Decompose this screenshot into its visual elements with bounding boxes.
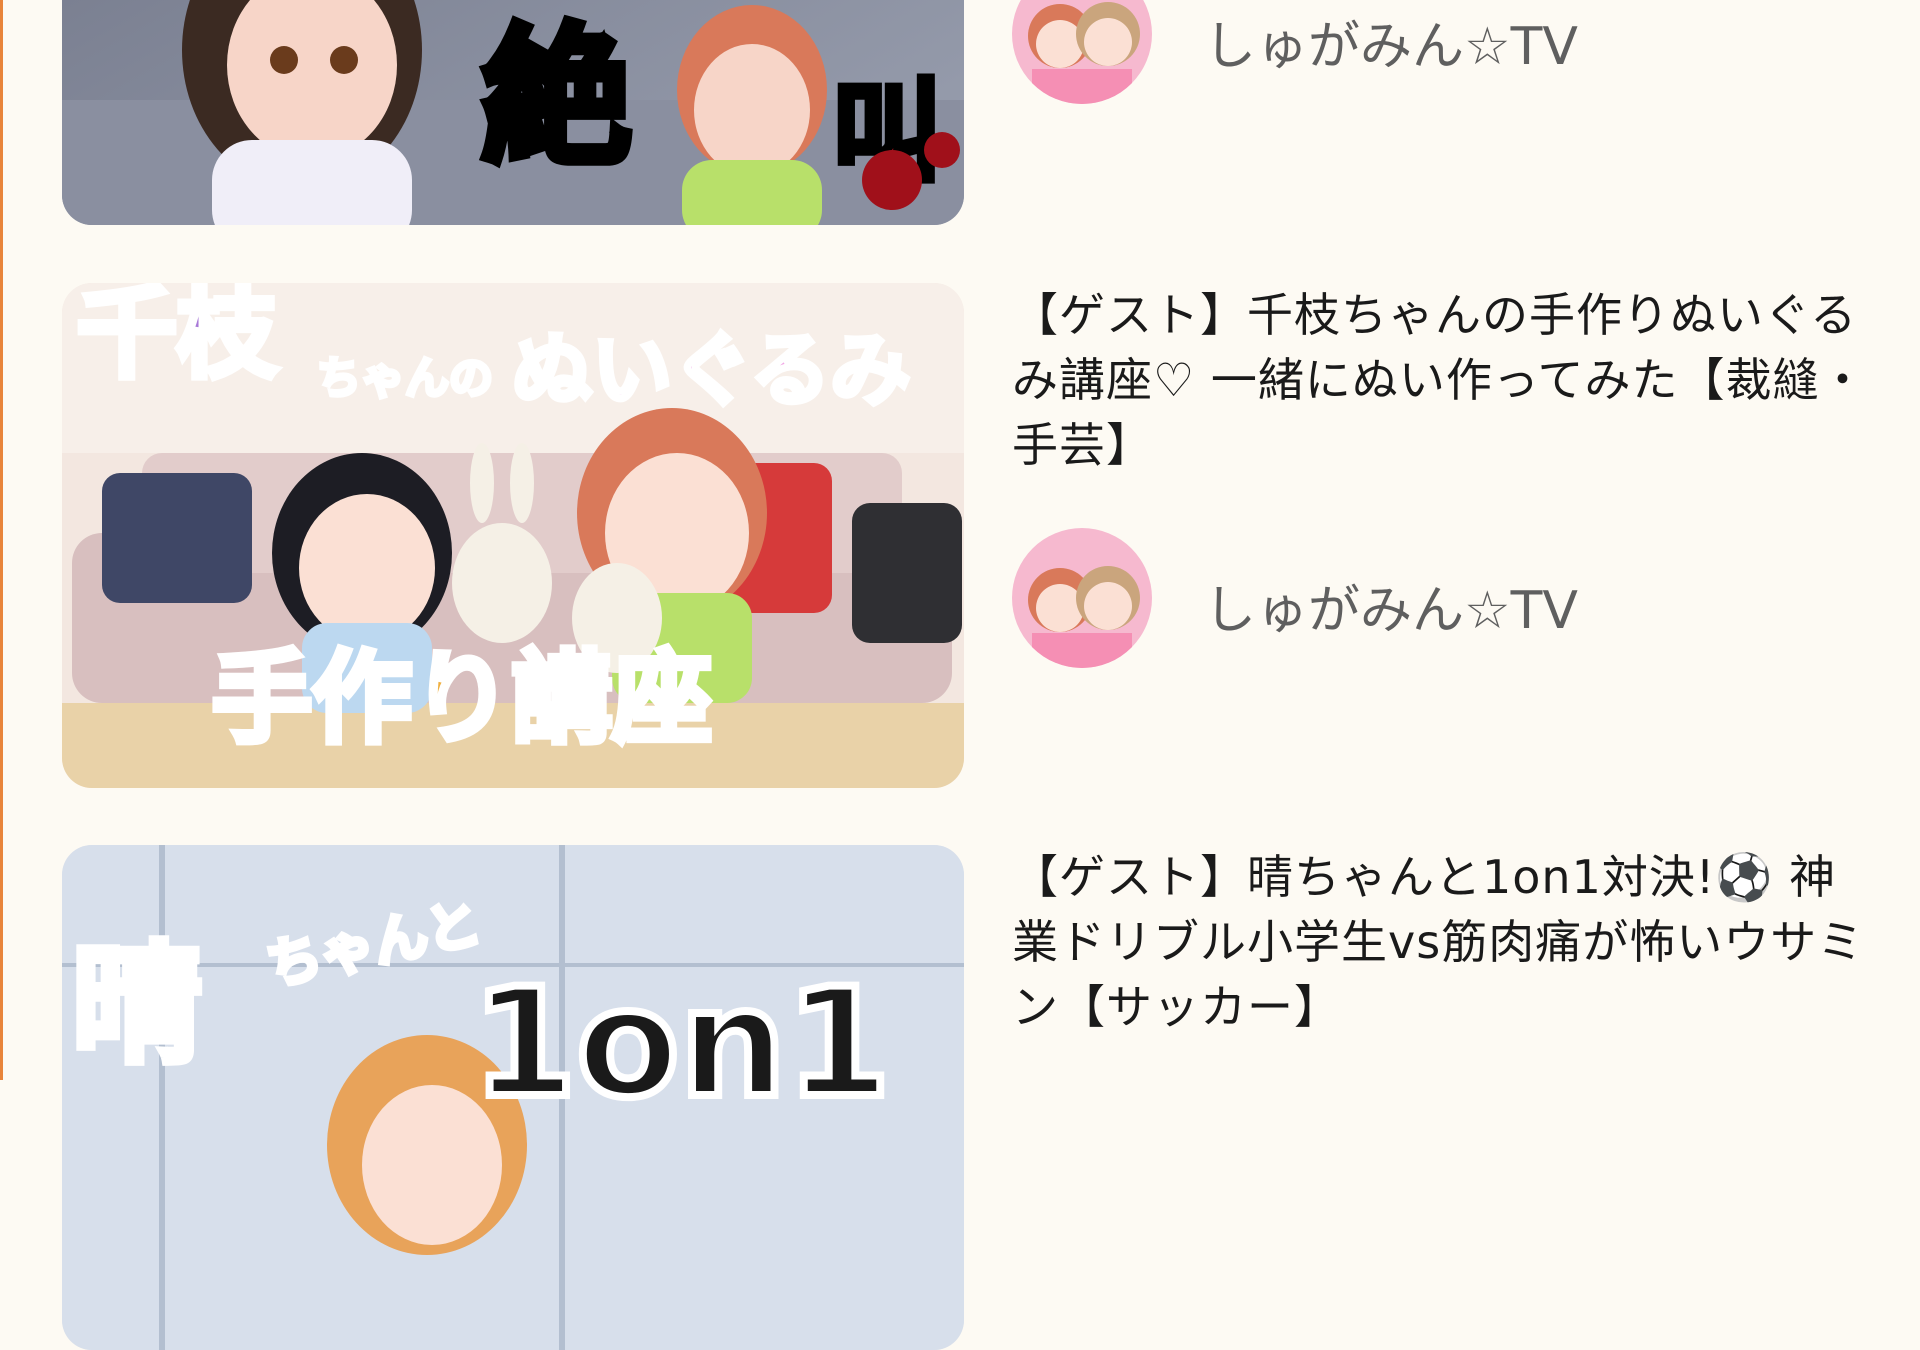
thumb3-text-c: 1on1 [472,957,891,1131]
video-title[interactable]: 【ゲスト】千枝ちゃんの手作りぬいぐるみ講座♡ 一緒にぬい作ってみた【裁縫・手芸】 [1012,283,1872,478]
channel-info-2[interactable]: しゅがみん☆TV [1012,528,1712,668]
channel-name[interactable]: しゅがみん☆TV [1204,4,1578,79]
channel-avatar-icon[interactable] [1012,0,1152,104]
video-title[interactable]: 【ゲスト】晴ちゃんと1on1対決!⚽ 神業ドリブル小学生vs筋肉痛が怖いウサミン… [1012,845,1872,1040]
thumbnail-2-art: 千枝 ちゃんの ぬいぐるみ 手作り講座 [62,283,964,788]
channel-avatar-icon[interactable] [1012,528,1152,668]
thumb2-text-b: ちゃんの [317,353,493,404]
thumb2-text-d: 手作り講座 [212,640,712,757]
video-thumbnail-3[interactable]: 晴 ちゃんと 1on1 [62,845,964,1350]
video-thumbnail-2[interactable]: 千枝 ちゃんの ぬいぐるみ 手作り講座 [62,283,964,788]
thumbnail-1-art: 絶 叫 [62,0,964,225]
video-thumbnail-1[interactable]: 絶 叫 [62,0,964,225]
channel-info-1[interactable]: しゅがみん☆TV [1012,0,1712,104]
thumbnail-3-art: 晴 ちゃんと 1on1 [62,845,964,1350]
thumb1-text-a: 絶 [482,12,632,186]
video-info-3: 【ゲスト】晴ちゃんと1on1対決!⚽ 神業ドリブル小学生vs筋肉痛が怖いウサミン… [1012,845,1872,1040]
thumb3-text-a: 晴 [72,929,202,1081]
thumb2-text-a: 千枝 [77,283,278,392]
edge-accent [0,0,3,1080]
channel-name[interactable]: しゅがみん☆TV [1204,568,1578,643]
thumb2-text-c: ぬいぐるみ [512,324,910,417]
video-info-2: 【ゲスト】千枝ちゃんの手作りぬいぐるみ講座♡ 一緒にぬい作ってみた【裁縫・手芸】 [1012,283,1872,478]
